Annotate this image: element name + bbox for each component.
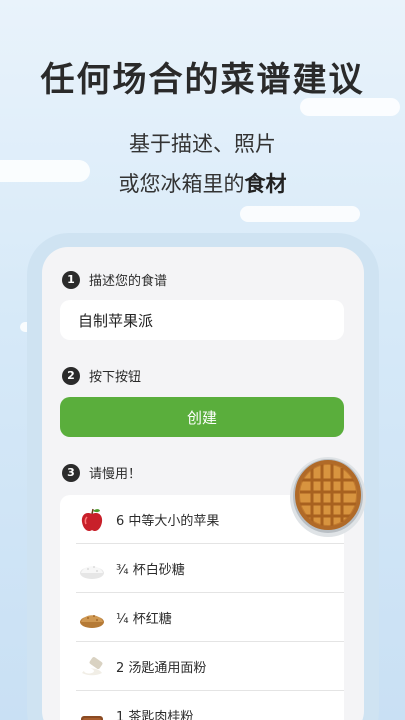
ingredient-row: 1 茶匙肉桂粉 bbox=[60, 691, 344, 720]
ingredient-text: 6 中等大小的苹果 bbox=[116, 514, 220, 529]
apple-icon bbox=[78, 506, 106, 534]
step-2: 2 按下按钮 bbox=[62, 366, 141, 385]
brown-sugar-icon bbox=[78, 604, 106, 632]
hero-subtitle-prefix: 或您冰箱里的 bbox=[118, 172, 245, 196]
cloud-decoration bbox=[240, 206, 360, 222]
hero-title: 任何场合的菜谱建议 bbox=[40, 60, 365, 100]
create-button[interactable]: 创建 bbox=[60, 397, 344, 437]
ingredient-text: ¾ 杯白砂糖 bbox=[116, 563, 185, 578]
ingredient-text: 2 汤匙通用面粉 bbox=[116, 661, 207, 676]
cinnamon-icon bbox=[78, 702, 106, 720]
step-label: 请慢用！ bbox=[89, 467, 142, 482]
hero-subtitle-line2: 或您冰箱里的食材 bbox=[0, 164, 405, 204]
hero-subtitle: 基于描述、照片 或您冰箱里的食材 bbox=[0, 124, 405, 204]
hero-subtitle-bold: 食材 bbox=[244, 172, 287, 196]
white-sugar-icon bbox=[78, 555, 106, 583]
step-3: 3 请慢用！ bbox=[62, 463, 141, 482]
recipe-description-input[interactable]: 自制苹果派 bbox=[60, 300, 344, 340]
step-number: 3 bbox=[62, 463, 80, 482]
hero-subtitle-line1: 基于描述、照片 bbox=[129, 132, 276, 156]
step-number: 1 bbox=[62, 270, 80, 289]
ingredient-text: ¼ 杯红糖 bbox=[116, 612, 172, 627]
ingredient-row: ¼ 杯红糖 bbox=[60, 593, 344, 642]
step-1: 1 描述您的食谱 bbox=[62, 270, 167, 289]
ingredient-row: ¾ 杯白砂糖 bbox=[60, 544, 344, 593]
apple-pie-image bbox=[288, 450, 366, 540]
flour-icon bbox=[78, 653, 106, 681]
ingredient-row: 2 汤匙通用面粉 bbox=[60, 642, 344, 691]
step-label: 描述您的食谱 bbox=[89, 274, 168, 289]
step-number: 2 bbox=[62, 366, 80, 385]
step-label: 按下按钮 bbox=[89, 370, 142, 385]
ingredient-text: 1 茶匙肉桂粉 bbox=[116, 710, 194, 720]
